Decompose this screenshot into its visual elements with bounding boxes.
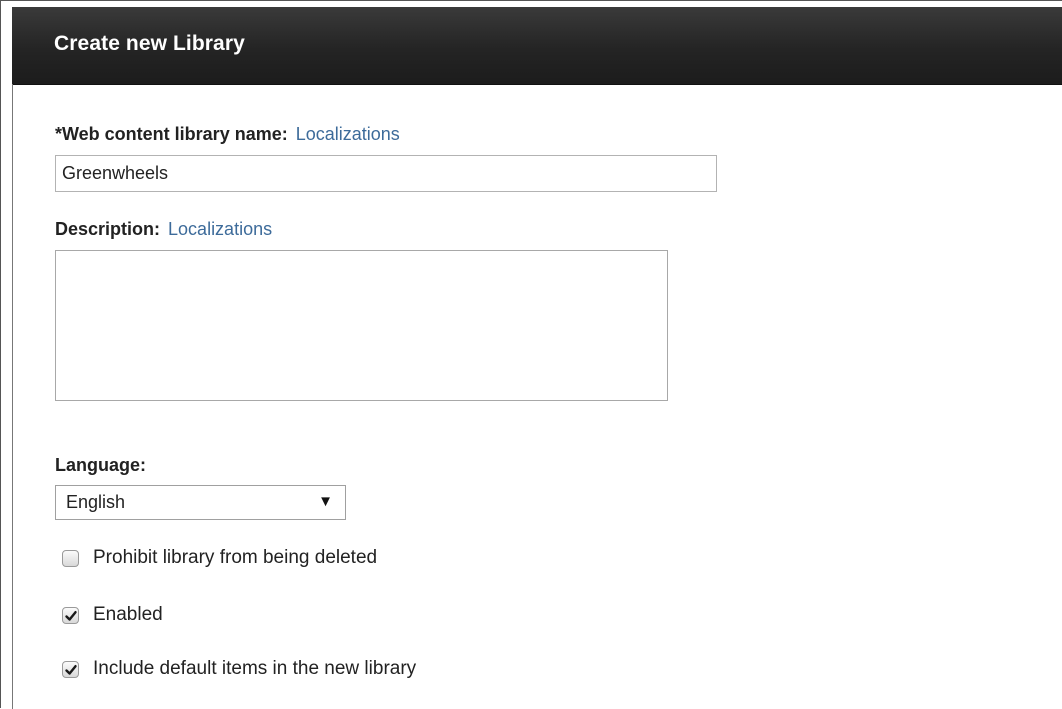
description-label: Description: [55, 219, 161, 239]
chevron-down-icon: ▼ [318, 493, 333, 510]
check-icon [65, 611, 77, 621]
language-select[interactable]: English ▼ [55, 485, 346, 520]
language-label: Language: [55, 455, 147, 475]
description-label-row: Description: Localizations [55, 219, 272, 240]
prohibit-delete-checkbox[interactable] [62, 550, 79, 567]
enabled-label: Enabled [93, 604, 163, 625]
create-library-dialog: Create new Library *Web content library … [0, 0, 1062, 709]
language-selected-value: English [66, 492, 126, 512]
prohibit-delete-label: Prohibit library from being deleted [93, 547, 378, 568]
library-name-label: *Web content library name: [55, 124, 288, 144]
library-name-input[interactable] [55, 155, 717, 192]
description-localizations-link[interactable]: Localizations [168, 219, 272, 239]
check-icon [65, 665, 77, 675]
enabled-checkbox[interactable] [62, 607, 79, 624]
dialog-titlebar: Create new Library [12, 7, 1062, 85]
library-name-localizations-link[interactable]: Localizations [296, 124, 400, 144]
dialog-title: Create new Library [54, 32, 245, 55]
include-default-items-checkbox[interactable] [62, 661, 79, 678]
description-textarea[interactable] [55, 250, 668, 401]
include-default-items-label: Include default items in the new library [93, 658, 417, 679]
library-name-label-row: *Web content library name: Localizations [55, 124, 400, 145]
left-border [12, 84, 13, 709]
